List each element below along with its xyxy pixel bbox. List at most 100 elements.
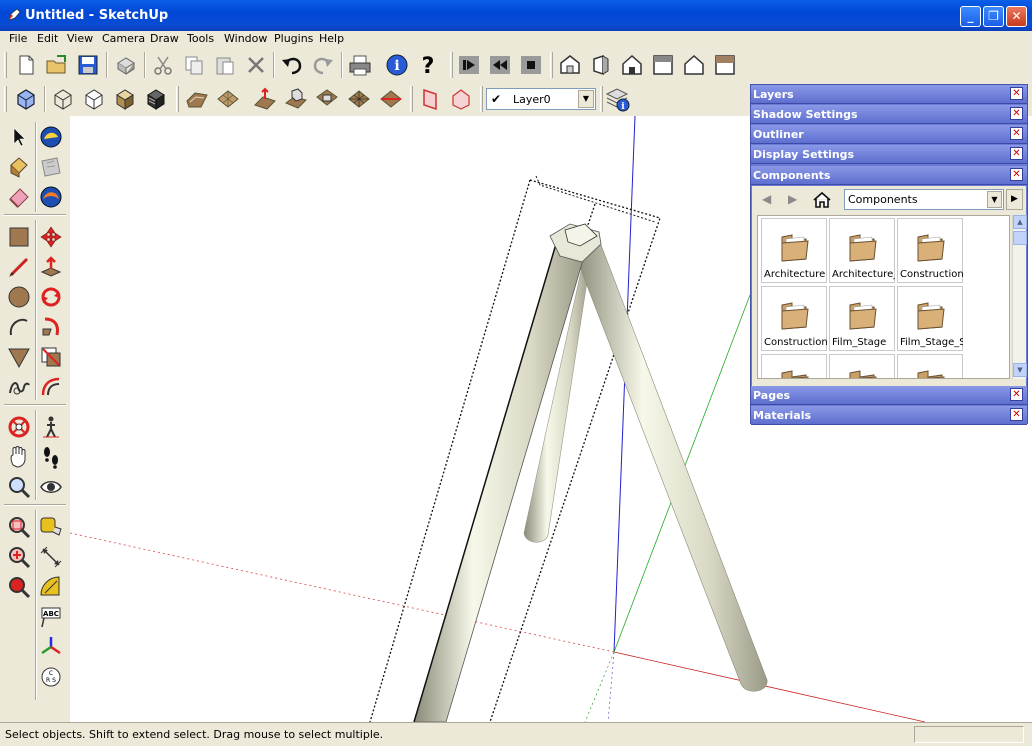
push-pull-tool[interactable] bbox=[38, 254, 64, 280]
flip-edge-button[interactable] bbox=[377, 85, 405, 113]
polygon-tool[interactable] bbox=[6, 344, 32, 370]
sandbox-from-contours-button[interactable] bbox=[183, 85, 211, 113]
close-icon[interactable]: ✕ bbox=[1010, 107, 1023, 120]
zoom-extents-tool[interactable] bbox=[6, 544, 32, 570]
components-scrollbar[interactable]: ▲ ▼ bbox=[1012, 215, 1027, 379]
model-info-button[interactable]: i bbox=[383, 51, 411, 79]
circle-tool[interactable] bbox=[6, 284, 32, 310]
add-detail-button[interactable] bbox=[345, 85, 373, 113]
line-tool[interactable] bbox=[6, 254, 32, 280]
close-icon[interactable]: ✕ bbox=[1010, 168, 1023, 181]
tape-measure-tool[interactable] bbox=[38, 514, 64, 540]
display-section-button[interactable] bbox=[447, 85, 475, 113]
footprints-tool[interactable] bbox=[38, 444, 64, 470]
left-view-button[interactable] bbox=[711, 51, 739, 79]
previous-view-tool[interactable] bbox=[6, 574, 32, 600]
3d-text-tool[interactable]: CR S bbox=[38, 664, 64, 690]
panel-header-shadow-settings[interactable]: Shadow Settings ✕ bbox=[751, 105, 1027, 124]
iso-view-button[interactable] bbox=[556, 51, 584, 79]
make-component-button[interactable] bbox=[112, 51, 140, 79]
chevron-down-icon[interactable]: ▼ bbox=[578, 90, 594, 108]
freehand-tool[interactable] bbox=[6, 374, 32, 400]
menu-camera[interactable]: Camera bbox=[102, 32, 145, 45]
toolbar-grip[interactable] bbox=[4, 52, 7, 78]
protractor-tool[interactable] bbox=[38, 574, 64, 600]
menu-file[interactable]: File bbox=[9, 32, 27, 45]
look-around-tool[interactable] bbox=[38, 474, 64, 500]
help-button[interactable]: ? bbox=[414, 51, 442, 79]
menu-plugins[interactable]: Plugins bbox=[274, 32, 313, 45]
panel-header-layers[interactable]: Layers ✕ bbox=[751, 85, 1027, 104]
pan-tool[interactable] bbox=[6, 444, 32, 470]
eraser-tool[interactable] bbox=[6, 184, 32, 210]
chevron-down-icon[interactable]: ▼ bbox=[987, 191, 1002, 208]
open-button[interactable] bbox=[43, 51, 71, 79]
scale-tool[interactable] bbox=[38, 344, 64, 370]
menu-window[interactable]: Window bbox=[224, 32, 267, 45]
panel-header-pages[interactable]: Pages ✕ bbox=[751, 386, 1027, 405]
close-icon[interactable]: ✕ bbox=[1010, 127, 1023, 140]
smoove-button[interactable] bbox=[251, 85, 279, 113]
xray-button[interactable] bbox=[12, 85, 40, 113]
drape-button[interactable] bbox=[313, 85, 341, 113]
menu-edit[interactable]: Edit bbox=[37, 32, 58, 45]
offset-tool[interactable] bbox=[38, 374, 64, 400]
component-folder[interactable]: Film_Stage_S bbox=[897, 286, 963, 351]
new-button[interactable] bbox=[12, 51, 40, 79]
stamp-button[interactable] bbox=[282, 85, 310, 113]
scrollbar-thumb[interactable] bbox=[1013, 231, 1027, 245]
menu-draw[interactable]: Draw bbox=[150, 32, 179, 45]
component-folder[interactable]: Construction bbox=[897, 218, 963, 283]
home-icon[interactable] bbox=[812, 190, 832, 210]
forward-arrow-icon[interactable]: ▶ bbox=[788, 192, 797, 206]
sandbox-from-scratch-button[interactable] bbox=[214, 85, 242, 113]
details-arrow-button[interactable]: ▶ bbox=[1006, 189, 1023, 210]
rotate-tool[interactable] bbox=[38, 284, 64, 310]
back-arrow-icon[interactable]: ◀ bbox=[762, 192, 771, 206]
text-tool[interactable]: ABC bbox=[38, 604, 64, 630]
components-collection-select[interactable]: Components ▼ bbox=[844, 189, 1004, 210]
axes-tool[interactable] bbox=[38, 634, 64, 660]
menu-view[interactable]: View bbox=[67, 32, 93, 45]
close-icon[interactable]: ✕ bbox=[1010, 408, 1023, 421]
erase-button[interactable] bbox=[242, 51, 270, 79]
shaded-texture-button[interactable] bbox=[142, 85, 170, 113]
component-folder[interactable]: Film_Stage bbox=[829, 286, 895, 351]
web-tool[interactable] bbox=[38, 184, 64, 210]
save-button[interactable] bbox=[74, 51, 102, 79]
minimize-button[interactable]: _ bbox=[960, 6, 981, 27]
back-view-button[interactable] bbox=[649, 51, 677, 79]
component-folder[interactable]: Architecture bbox=[761, 218, 827, 283]
component-folder[interactable]: Architecture_ bbox=[829, 218, 895, 283]
walk-tool[interactable] bbox=[38, 414, 64, 440]
component-browser-tool[interactable] bbox=[38, 124, 64, 150]
close-button[interactable]: ✕ bbox=[1006, 6, 1027, 27]
play-button[interactable] bbox=[455, 51, 483, 79]
close-icon[interactable]: ✕ bbox=[1010, 87, 1023, 100]
undo-button[interactable] bbox=[278, 51, 306, 79]
cut-button[interactable] bbox=[149, 51, 177, 79]
orbit-tool[interactable] bbox=[6, 414, 32, 440]
stop-button[interactable] bbox=[517, 51, 545, 79]
move-tool[interactable] bbox=[38, 224, 64, 250]
panel-header-outliner[interactable]: Outliner ✕ bbox=[751, 125, 1027, 144]
component-folder[interactable]: Construction_ bbox=[761, 286, 827, 351]
layer-manager-button[interactable]: i bbox=[603, 85, 631, 113]
paint-bucket-tool[interactable] bbox=[6, 154, 32, 180]
section-plane-button[interactable] bbox=[416, 85, 444, 113]
follow-me-tool[interactable] bbox=[38, 314, 64, 340]
zoom-tool[interactable] bbox=[6, 474, 32, 500]
sandbox-tool[interactable] bbox=[38, 154, 64, 180]
dimension-tool[interactable] bbox=[38, 544, 64, 570]
arc-tool[interactable] bbox=[6, 314, 32, 340]
redo-button[interactable] bbox=[309, 51, 337, 79]
panel-header-components[interactable]: Components ✕ bbox=[751, 166, 1027, 185]
hidden-line-button[interactable] bbox=[80, 85, 108, 113]
measurements-box[interactable] bbox=[914, 726, 1024, 743]
rectangle-tool[interactable] bbox=[6, 224, 32, 250]
menu-help[interactable]: Help bbox=[319, 32, 344, 45]
restore-button[interactable]: ❐ bbox=[983, 6, 1004, 27]
component-folder[interactable] bbox=[761, 354, 827, 378]
print-button[interactable] bbox=[346, 51, 374, 79]
component-folder[interactable] bbox=[829, 354, 895, 378]
